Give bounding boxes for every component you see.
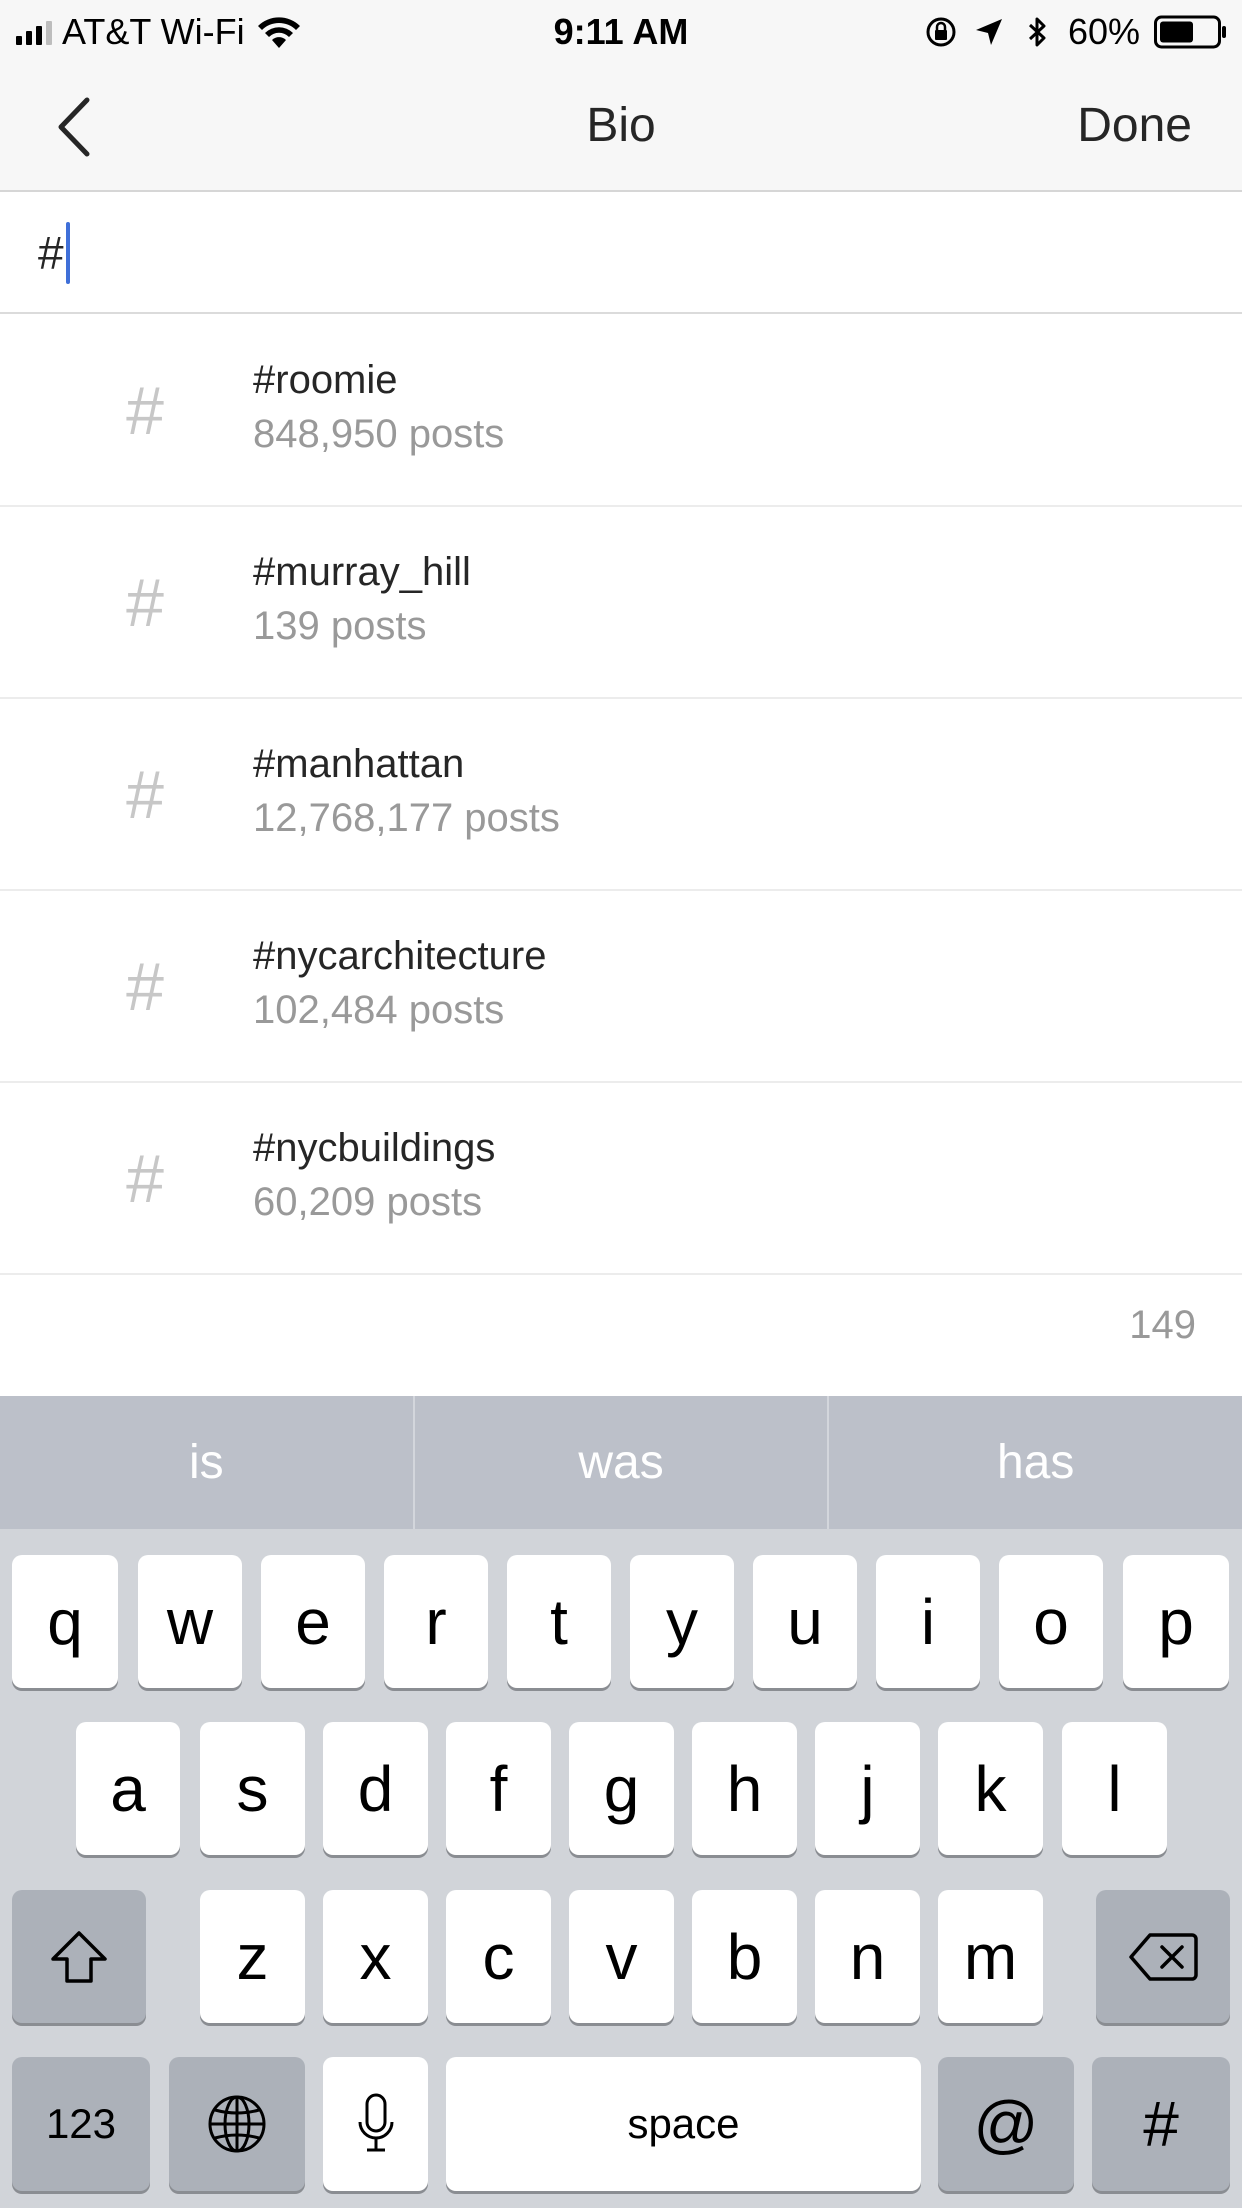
bio-input[interactable]: # xyxy=(0,194,1242,314)
predictive-bar: is was has xyxy=(0,1396,1242,1529)
hashtag-post-count: 60,209 posts xyxy=(253,1180,483,1224)
hashtag-post-count: 12,768,177 posts xyxy=(253,796,560,840)
key-m[interactable]: m xyxy=(938,1890,1043,2023)
bio-input-value: # xyxy=(38,227,64,279)
text-caret xyxy=(65,222,70,284)
key-d[interactable]: d xyxy=(323,1722,428,1855)
hashtag-post-count: 102,484 posts xyxy=(253,988,505,1032)
bluetooth-icon xyxy=(1028,17,1046,47)
dictation-key[interactable] xyxy=(323,2057,428,2191)
key-o[interactable]: o xyxy=(999,1555,1103,1688)
globe-icon xyxy=(208,2095,266,2153)
key-q[interactable]: q xyxy=(12,1555,118,1688)
nav-bar: Bio Done xyxy=(0,62,1242,192)
hash-key[interactable]: # xyxy=(1092,2057,1230,2191)
key-l[interactable]: l xyxy=(1062,1722,1167,1855)
key-r[interactable]: r xyxy=(384,1555,488,1688)
hashtag-icon: # xyxy=(126,373,164,449)
hashtag-name: #murray_hill xyxy=(253,550,471,594)
key-x[interactable]: x xyxy=(323,1890,428,2023)
numbers-key[interactable]: 123 xyxy=(12,2057,150,2191)
page-title: Bio xyxy=(586,99,656,152)
key-f[interactable]: f xyxy=(446,1722,551,1855)
key-n[interactable]: n xyxy=(815,1890,920,2023)
globe-key[interactable] xyxy=(169,2057,305,2191)
space-key[interactable]: space xyxy=(446,2057,921,2191)
shift-icon xyxy=(51,1930,107,1983)
at-key[interactable]: @ xyxy=(938,2057,1074,2191)
hashtag-suggestion[interactable]: # #murray_hill 139 posts xyxy=(0,507,1242,699)
key-e[interactable]: e xyxy=(261,1555,365,1688)
key-a[interactable]: a xyxy=(76,1722,180,1855)
key-h[interactable]: h xyxy=(692,1722,797,1855)
key-j[interactable]: j xyxy=(815,1722,920,1855)
key-t[interactable]: t xyxy=(507,1555,611,1688)
key-p[interactable]: p xyxy=(1123,1555,1229,1688)
hashtag-post-count: 139 posts xyxy=(253,604,427,648)
key-b[interactable]: b xyxy=(692,1890,797,2023)
shift-key[interactable] xyxy=(12,1890,146,2023)
orientation-lock-icon xyxy=(926,17,956,47)
microphone-icon xyxy=(358,2093,393,2152)
backspace-icon xyxy=(1129,1932,1198,1981)
hashtag-post-count: 848,950 posts xyxy=(253,412,505,456)
hashtag-name: #manhattan xyxy=(253,742,465,786)
status-bar: AT&T Wi-Fi 9:11 AM 60% xyxy=(0,0,1242,62)
key-y[interactable]: y xyxy=(630,1555,734,1688)
location-icon xyxy=(975,19,1002,45)
hashtag-suggestion[interactable]: # #roomie 848,950 posts xyxy=(0,315,1242,507)
hashtag-suggestion[interactable]: # #manhattan 12,768,177 posts xyxy=(0,699,1242,891)
hashtag-icon: # xyxy=(126,1141,164,1217)
chevron-left-icon xyxy=(58,97,90,157)
key-s[interactable]: s xyxy=(200,1722,305,1855)
key-w[interactable]: w xyxy=(138,1555,242,1688)
battery-percent: 60% xyxy=(1067,11,1140,52)
key-v[interactable]: v xyxy=(569,1890,674,2023)
hashtag-icon: # xyxy=(126,757,164,833)
hashtag-suggestion[interactable]: # #nycbuildings 60,209 posts xyxy=(0,1083,1242,1275)
key-c[interactable]: c xyxy=(446,1890,551,2023)
hashtag-name: #roomie xyxy=(253,358,398,402)
hashtag-name: #nycarchitecture xyxy=(253,934,547,978)
hashtag-icon: # xyxy=(126,949,164,1025)
key-z[interactable]: z xyxy=(200,1890,305,2023)
prediction-suggestion[interactable]: is xyxy=(0,1396,415,1529)
back-button[interactable] xyxy=(38,92,108,162)
keyboard: is was has q w e r t y u i o p a s d f g… xyxy=(0,1396,1242,2208)
prediction-suggestion[interactable]: was xyxy=(415,1396,830,1529)
key-k[interactable]: k xyxy=(938,1722,1043,1855)
prediction-suggestion[interactable]: has xyxy=(829,1396,1242,1529)
hashtag-name: #nycbuildings xyxy=(253,1126,496,1170)
key-g[interactable]: g xyxy=(569,1722,674,1855)
hashtag-suggestion[interactable]: # #nycarchitecture 102,484 posts xyxy=(0,891,1242,1083)
hashtag-suggestion-list: # #roomie 848,950 posts # #murray_hill 1… xyxy=(0,315,1242,1275)
key-u[interactable]: u xyxy=(753,1555,857,1688)
character-counter: 149 xyxy=(1129,1303,1196,1347)
battery-icon xyxy=(1154,15,1226,49)
done-button[interactable]: Done xyxy=(1077,98,1192,154)
hashtag-icon: # xyxy=(126,565,164,641)
status-right: 60% xyxy=(924,10,1228,54)
key-i[interactable]: i xyxy=(876,1555,980,1688)
delete-key[interactable] xyxy=(1096,1890,1230,2023)
